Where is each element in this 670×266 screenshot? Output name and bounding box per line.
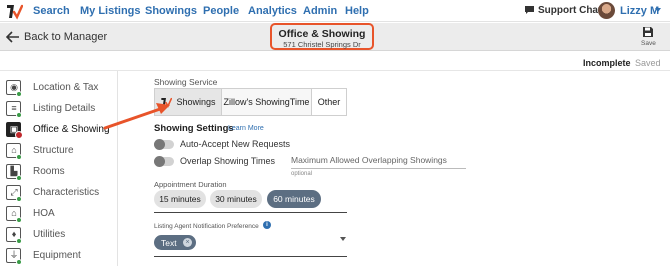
- back-to-manager-link[interactable]: Back to Manager: [24, 31, 107, 43]
- page-title: Office & Showing: [278, 28, 366, 40]
- sidebar-item-equipment[interactable]: ⏚ Equipment: [0, 246, 118, 266]
- divider: [154, 212, 347, 213]
- top-nav: Search My Listings Showings People Analy…: [0, 0, 670, 22]
- nav-help[interactable]: Help: [345, 5, 369, 17]
- complete-status-dot: [16, 259, 22, 265]
- sidebar: ◉ Location & Tax ≡ Listing Details ▣ Off…: [0, 71, 118, 266]
- page-header: Back to Manager Office & Showing 571 Chr…: [0, 23, 670, 51]
- info-icon[interactable]: i: [263, 221, 271, 229]
- arrow-left-icon[interactable]: [6, 31, 20, 43]
- sidebar-item-utilities[interactable]: ♦ Utilities: [0, 225, 118, 245]
- sidebar-item-label: Structure: [33, 145, 74, 156]
- page-title-box: Office & Showing 571 Christel Springs Dr: [270, 23, 374, 50]
- listing-address: 571 Christel Springs Dr: [283, 40, 361, 49]
- chat-icon: [525, 6, 534, 14]
- learn-more-link[interactable]: Learn More: [228, 125, 264, 132]
- alert-status-dot: [15, 131, 23, 139]
- showing-settings-heading: Showing Settings: [154, 123, 234, 134]
- notification-preference-label: Listing Agent Notification Preference: [154, 223, 259, 230]
- showing-service-option-other[interactable]: Other: [311, 88, 347, 116]
- nav-admin[interactable]: Admin: [303, 5, 337, 17]
- sidebar-item-label: Rooms: [33, 166, 65, 177]
- sidebar-item-structure[interactable]: ⌂ Structure: [0, 141, 118, 161]
- user-menu[interactable]: Lizzy M: [620, 5, 659, 17]
- duration-option-30[interactable]: 30 minutes: [210, 190, 262, 208]
- complete-status-dot: [16, 175, 22, 181]
- brand-logo-icon[interactable]: [5, 2, 23, 20]
- sidebar-item-hoa[interactable]: ⌂ HOA: [0, 204, 118, 224]
- duration-option-60[interactable]: 60 minutes: [267, 190, 321, 208]
- chevron-down-icon[interactable]: [655, 8, 661, 12]
- status-incomplete: Incomplete: [583, 58, 631, 68]
- nav-search[interactable]: Search: [33, 5, 70, 17]
- sidebar-item-office-showing[interactable]: ▣ Office & Showing: [0, 120, 118, 140]
- sidebar-item-label: Listing Details: [33, 103, 96, 114]
- auto-accept-toggle[interactable]: [154, 139, 174, 150]
- nav-analytics[interactable]: Analytics: [248, 5, 297, 17]
- sidebar-item-location-tax[interactable]: ◉ Location & Tax: [0, 78, 118, 98]
- overlap-toggle[interactable]: [154, 156, 174, 167]
- save-icon[interactable]: [642, 26, 654, 38]
- complete-status-dot: [16, 217, 22, 223]
- complete-status-dot: [16, 154, 22, 160]
- brand-logo-icon: [161, 97, 173, 108]
- option-label: Zillow's ShowingTime: [223, 97, 310, 107]
- sidebar-item-label: Characteristics: [33, 187, 100, 198]
- max-overlap-input-label[interactable]: Maximum Allowed Overlapping Showings: [291, 155, 447, 165]
- nav-my-listings[interactable]: My Listings: [80, 5, 141, 17]
- auto-accept-label: Auto-Accept New Requests: [180, 139, 291, 149]
- duration-option-15[interactable]: 15 minutes: [154, 190, 206, 208]
- close-icon[interactable]: ×: [183, 238, 192, 247]
- sidebar-item-label: Location & Tax: [33, 82, 99, 93]
- chip-label: Text: [161, 237, 177, 248]
- nav-showings[interactable]: Showings: [145, 5, 197, 17]
- appointment-duration-label: Appointment Duration: [154, 180, 227, 189]
- showing-service-option-showings[interactable]: Showings: [154, 88, 222, 116]
- showing-service-option-zillow[interactable]: Zillow's ShowingTime: [221, 88, 312, 116]
- complete-status-dot: [16, 196, 22, 202]
- sidebar-item-label: HOA: [33, 208, 55, 219]
- notification-chip-text[interactable]: Text ×: [154, 235, 196, 250]
- nav-people[interactable]: People: [203, 5, 239, 17]
- sidebar-item-label: Equipment: [33, 250, 81, 261]
- optional-hint: optional: [291, 171, 313, 177]
- toggle-knob: [154, 139, 165, 150]
- support-chat-link[interactable]: Support Chat: [538, 5, 601, 16]
- save-button[interactable]: Save: [641, 40, 656, 47]
- complete-status-dot: [16, 238, 22, 244]
- sidebar-item-listing-details[interactable]: ≡ Listing Details: [0, 99, 118, 119]
- notification-select[interactable]: [154, 256, 347, 257]
- overlap-label: Overlap Showing Times: [180, 156, 276, 166]
- sidebar-item-label: Utilities: [33, 229, 66, 240]
- sidebar-item-label: Office & Showing: [33, 124, 110, 135]
- option-label: Showings: [176, 97, 216, 107]
- complete-status-dot: [16, 91, 22, 97]
- option-label: Other: [317, 97, 341, 107]
- max-overlap-input[interactable]: [291, 168, 466, 169]
- chevron-down-icon[interactable]: [340, 237, 346, 241]
- avatar[interactable]: [598, 2, 615, 19]
- complete-status-dot: [16, 112, 22, 118]
- toggle-knob: [154, 156, 165, 167]
- sidebar-item-characteristics[interactable]: ⤢ Characteristics: [0, 183, 118, 203]
- status-saved: Saved: [635, 58, 661, 68]
- sidebar-item-rooms[interactable]: ▙ Rooms: [0, 162, 118, 182]
- showing-service-label: Showing Service: [154, 77, 218, 87]
